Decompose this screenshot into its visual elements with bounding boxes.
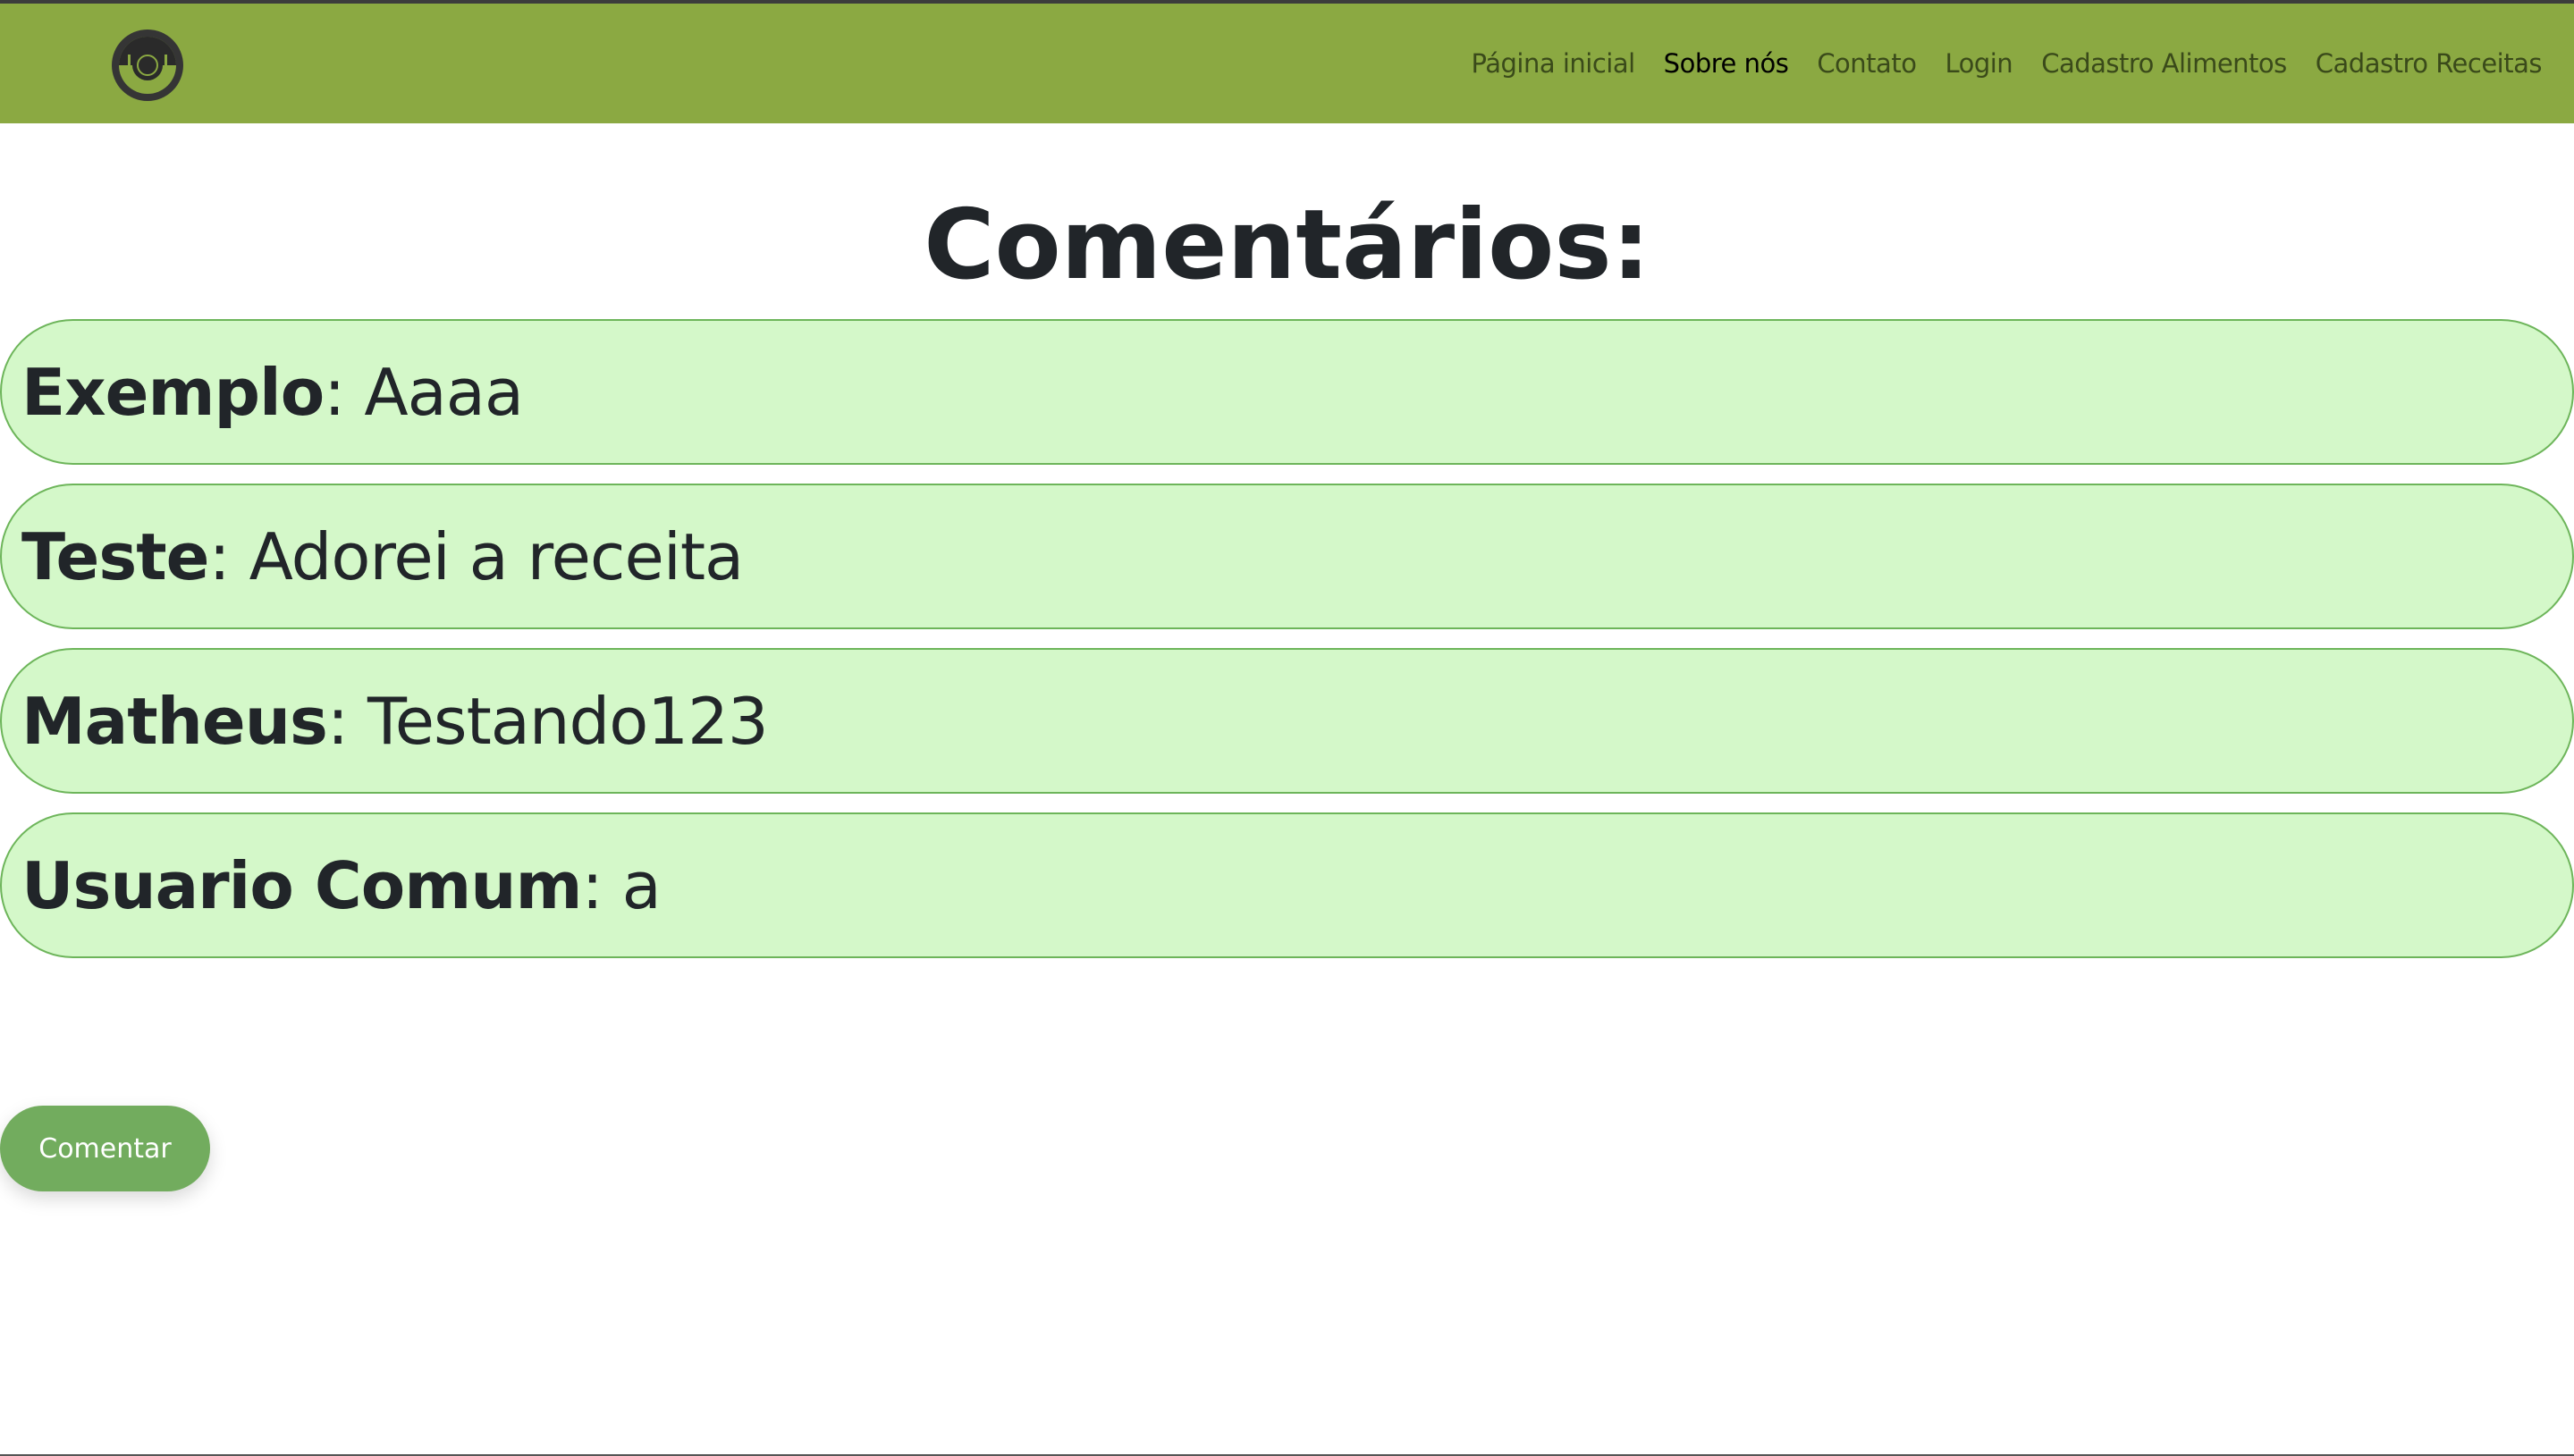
comment-author: Usuario Comum xyxy=(21,847,582,923)
comment-author: Matheus xyxy=(21,683,328,759)
comment-author: Exemplo xyxy=(21,354,325,430)
nav-contato[interactable]: Contato xyxy=(1817,48,1917,79)
comment-separator: : xyxy=(324,354,365,430)
comment-item: Teste: Adorei a receita xyxy=(0,484,2574,629)
nav-login[interactable]: Login xyxy=(1945,48,2013,79)
comment-list: Exemplo: Aaaa Teste: Adorei a receita Ma… xyxy=(0,319,2574,977)
page-title: Comentários: xyxy=(924,189,1650,301)
comment-separator: : xyxy=(581,847,622,923)
comment-item: Matheus: Testando123 xyxy=(0,648,2574,794)
comment-item: Exemplo: Aaaa xyxy=(0,319,2574,465)
nav-sobre-nos[interactable]: Sobre nós xyxy=(1664,48,1789,79)
comment-separator: : xyxy=(326,683,368,759)
comment-separator: : xyxy=(208,518,249,594)
nav-pagina-inicial[interactable]: Página inicial xyxy=(1472,48,1636,79)
navbar: Página inicial Sobre nós Contato Login C… xyxy=(0,4,2574,123)
comment-item: Usuario Comum: a xyxy=(0,812,2574,958)
comment-text: a xyxy=(621,847,662,923)
fit-flex-logo[interactable] xyxy=(110,28,185,103)
comment-text: Aaaa xyxy=(364,354,524,430)
comment-text: Adorei a receita xyxy=(249,518,745,594)
comment-author: Teste xyxy=(21,518,209,594)
nav-cadastro-alimentos[interactable]: Cadastro Alimentos xyxy=(2041,48,2287,79)
nav-cadastro-receitas[interactable]: Cadastro Receitas xyxy=(2316,48,2543,79)
comment-button[interactable]: Comentar xyxy=(0,1106,210,1191)
comment-text: Testando123 xyxy=(367,683,769,759)
